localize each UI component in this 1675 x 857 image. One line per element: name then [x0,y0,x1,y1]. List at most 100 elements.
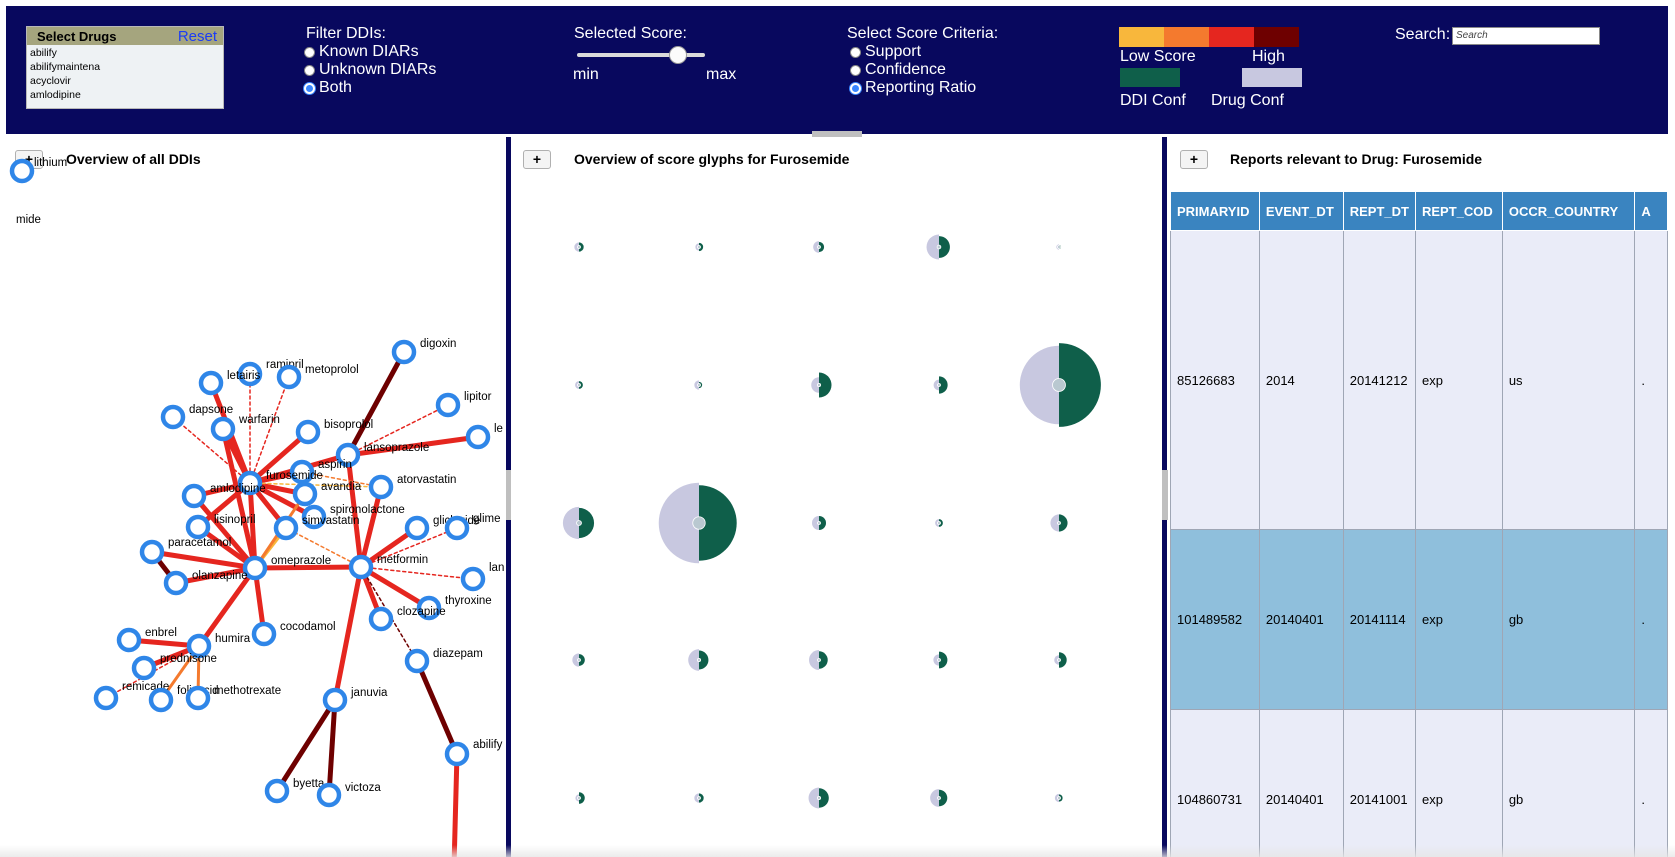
drug-node[interactable] [116,627,142,653]
drug-node[interactable] [181,483,207,509]
ddi-network-graph[interactable]: lithiummidedigoxinramiprilletairis metopr… [6,137,506,857]
drug-node[interactable] [322,687,348,713]
drug-node-label: enbrel [145,627,177,639]
drug-node[interactable] [368,606,394,632]
glyph-center [1057,245,1061,249]
glyph-center [577,796,581,800]
slider-max-label: max [706,66,737,83]
radio-button-selected[interactable] [850,82,861,94]
radio-button[interactable] [850,46,861,58]
column-header[interactable]: REPT_COD [1414,191,1503,231]
drug-list-item[interactable]: acyclovir [30,74,220,88]
drug-node[interactable] [404,515,430,541]
ddi-edge[interactable] [252,564,364,571]
radio-unknown-diars[interactable]: Unknown DIARs [304,61,436,79]
drug-node[interactable] [163,570,189,596]
select-drugs-header: Select Drugs Reset [27,27,223,45]
glyph-center [577,245,581,249]
glyph-center [576,520,582,526]
column-header[interactable]: PRIMARYID [1170,191,1260,231]
drug-node[interactable] [210,416,236,442]
table-row-selected[interactable]: 101489582 20140401 20141114 exp gb . [1170,529,1668,710]
drug-node[interactable] [93,685,119,711]
glyph-center [817,521,821,525]
radio-button-selected[interactable] [304,82,315,94]
score-slider-thumb[interactable] [668,46,687,64]
column-header[interactable]: REPT_DT [1342,191,1416,231]
radio-confidence[interactable]: Confidence [850,61,946,79]
drug-node[interactable] [316,782,342,808]
drug-list-item[interactable]: amlodipine [30,88,220,102]
drug-node-label: methotrexate [214,685,281,697]
radio-reporting-ratio[interactable]: Reporting Ratio [850,79,976,97]
drug-list-item[interactable]: abilifymaintena [30,60,220,74]
radio-known-diars[interactable]: Known DIARs [304,43,419,61]
glyph-center [696,657,702,663]
drug-node[interactable] [9,158,35,184]
drug-node-label: letairis [227,370,260,382]
table-cell: 20141001 [1342,709,1416,857]
select-drugs-box[interactable]: Select Drugs Reset abilify abilifymainte… [26,26,224,109]
glyph-center [697,245,701,249]
drug-conf-label: Drug Conf [1211,92,1284,109]
drug-node[interactable] [273,515,299,541]
drug-node[interactable] [460,566,486,592]
score-scale-swatch-4 [1254,27,1299,47]
drug-node[interactable] [148,687,174,713]
radio-both[interactable]: Both [304,79,352,97]
glyph-center [817,658,821,662]
drug-node[interactable] [292,481,318,507]
column-header[interactable]: EVENT_DT [1258,191,1344,231]
drug-node[interactable] [160,404,186,430]
table-cell: . [1634,230,1668,530]
ddi-edge[interactable] [332,564,364,703]
ddi-edge[interactable] [451,751,460,857]
high-score-label: High [1252,48,1285,65]
drug-node[interactable] [242,555,268,581]
ddi-edge[interactable] [414,658,460,757]
drug-node[interactable] [131,655,157,681]
drug-node[interactable] [139,539,165,565]
drug-node[interactable] [198,370,224,396]
drug-node[interactable] [264,778,290,804]
bottom-shadow [0,845,1675,857]
reset-button[interactable]: Reset [178,28,217,45]
drug-node[interactable] [251,621,277,647]
drug-node[interactable] [391,339,417,365]
drug-node[interactable] [185,514,211,540]
table-row[interactable]: 85126683 2014 20141212 exp us . [1170,230,1668,530]
ddi-conf-swatch [1120,68,1180,87]
drug-node[interactable] [444,515,470,541]
radio-button[interactable] [850,64,861,76]
drug-node-label: humira [215,633,251,645]
radio-support[interactable]: Support [850,43,921,61]
drug-node-label: lan [489,562,504,574]
column-header[interactable]: OCCR_COUNTRY [1501,191,1636,231]
drug-node[interactable] [404,648,430,674]
drug-node-label: warfarin [238,414,280,426]
column-header[interactable]: A [1634,191,1668,231]
score-scale-swatch-3 [1209,27,1254,47]
selected-score-title: Selected Score: [574,25,687,42]
drug-node[interactable] [368,474,394,500]
glyph-center [697,383,701,387]
table-row[interactable]: 104860731 20140401 20141001 exp gb . [1170,709,1668,857]
radio-button[interactable] [304,64,315,76]
drug-node[interactable] [276,364,302,390]
table-header-row: PRIMARYID EVENT_DT REPT_DT REPT_COD OCCR… [1170,191,1668,231]
drug-node[interactable] [295,419,321,445]
drug-node[interactable] [185,685,211,711]
drug-list[interactable]: abilify abilifymaintena acyclovir amlodi… [27,45,223,103]
search-input[interactable]: Search [1452,27,1600,45]
drug-node-label: atorvastatin [397,474,456,486]
radio-button[interactable] [304,46,315,58]
score-glyph-grid[interactable] [511,137,1162,857]
drug-node[interactable] [465,424,491,450]
drug-node[interactable] [348,554,374,580]
ddi-edge[interactable] [326,697,338,798]
drug-list-item[interactable]: abilify [30,46,220,60]
drug-node[interactable] [435,392,461,418]
expand-button[interactable]: + [1180,150,1208,169]
drug-node-label: victoza [345,782,381,794]
drug-node[interactable] [444,741,470,767]
